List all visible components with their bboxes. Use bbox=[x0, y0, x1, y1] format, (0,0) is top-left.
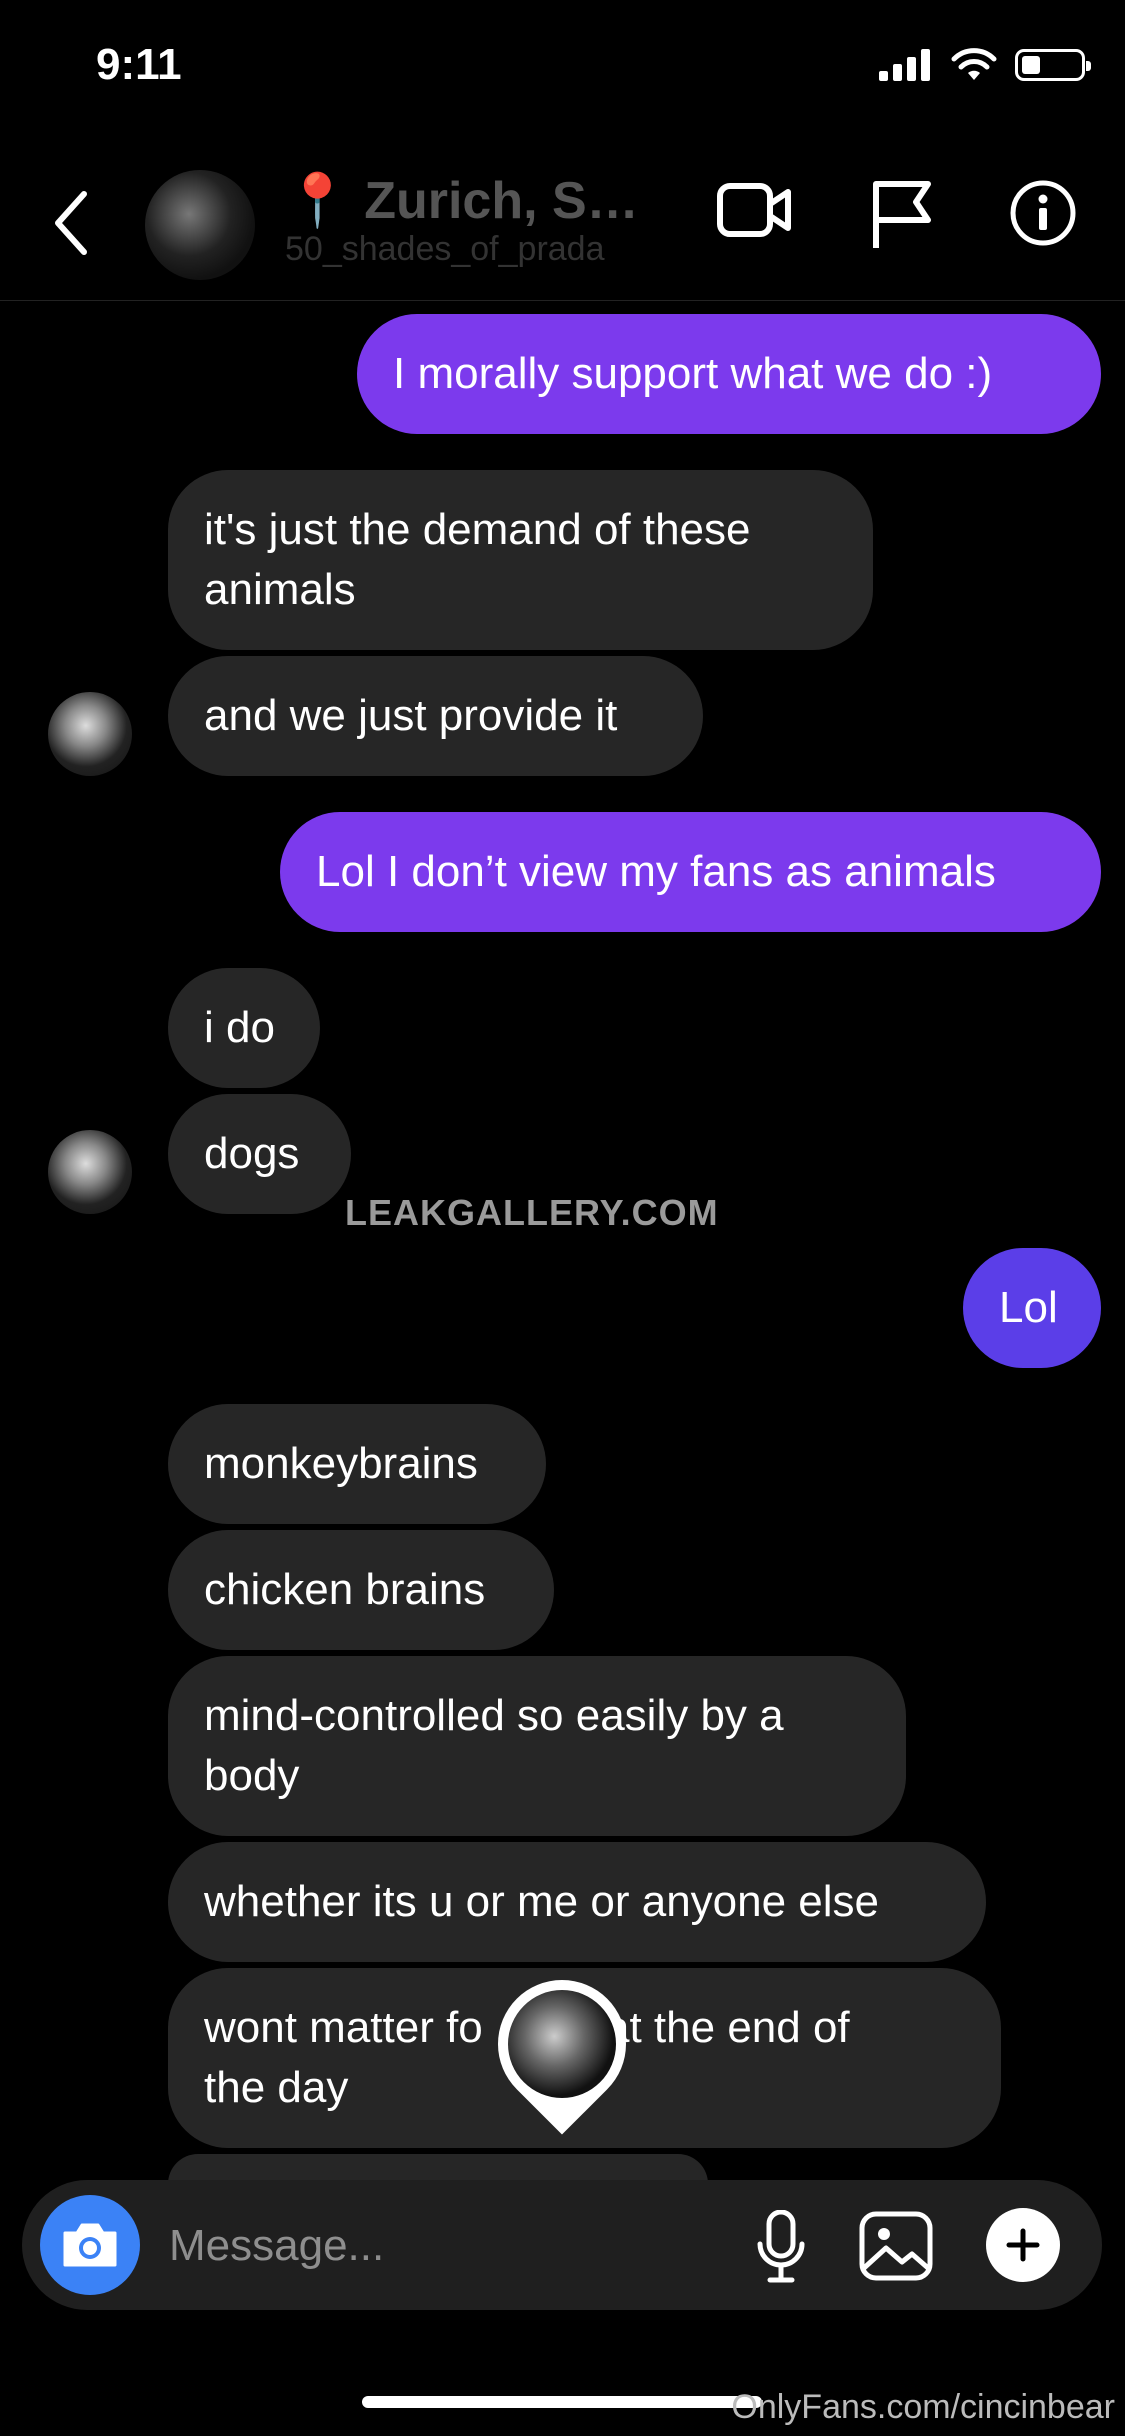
wifi-icon bbox=[951, 48, 997, 80]
footer-watermark: OnlyFans.com/cincinbear bbox=[731, 2388, 1115, 2426]
info-icon[interactable] bbox=[1008, 178, 1078, 248]
video-call-icon[interactable] bbox=[716, 178, 792, 242]
message-composer bbox=[22, 2180, 1102, 2310]
outgoing-message[interactable]: Lol bbox=[963, 1248, 1101, 1368]
microphone-icon[interactable] bbox=[754, 2210, 808, 2284]
contact-username: 50_shades_of_prada bbox=[285, 230, 605, 268]
message-input[interactable] bbox=[167, 2210, 671, 2282]
incoming-message[interactable]: chicken brains bbox=[168, 1530, 554, 1650]
incoming-message[interactable]: mind-controlled so easily by a body bbox=[168, 1656, 906, 1836]
flag-icon[interactable] bbox=[870, 178, 934, 250]
camera-icon bbox=[63, 2223, 117, 2267]
plus-icon bbox=[1006, 2228, 1040, 2262]
outgoing-message[interactable]: I morally support what we do :) bbox=[357, 314, 1101, 434]
status-icons bbox=[879, 48, 1091, 82]
incoming-message[interactable]: monkeybrains bbox=[168, 1404, 546, 1524]
outgoing-message[interactable]: Lol I don’t view my fans as animals bbox=[280, 812, 1101, 932]
camera-button[interactable] bbox=[40, 2195, 140, 2295]
battery-icon bbox=[1015, 49, 1091, 81]
back-chevron-icon[interactable] bbox=[50, 188, 90, 258]
incoming-message[interactable]: dogs bbox=[168, 1094, 351, 1214]
contact-avatar[interactable] bbox=[145, 170, 255, 280]
add-button[interactable] bbox=[986, 2208, 1060, 2282]
sender-avatar[interactable] bbox=[48, 692, 132, 776]
incoming-message[interactable]: i do bbox=[168, 968, 320, 1088]
status-time: 9:11 bbox=[96, 40, 182, 89]
signal-icon bbox=[879, 49, 930, 81]
gallery-icon[interactable] bbox=[858, 2210, 934, 2282]
chat-header: 📍 Zurich, Swi... 50_shades_of_prada bbox=[0, 150, 1125, 301]
incoming-message[interactable]: whether its u or me or anyone else bbox=[168, 1842, 986, 1962]
sender-avatar[interactable] bbox=[48, 1130, 132, 1214]
contact-name[interactable]: 📍 Zurich, Swi... bbox=[285, 170, 675, 231]
watermark: LEAKGALLERY.COM bbox=[345, 1192, 719, 1233]
incoming-message[interactable]: it's just the demand of these animals bbox=[168, 470, 873, 650]
incoming-message[interactable]: and we just provide it bbox=[168, 656, 703, 776]
home-indicator bbox=[362, 2396, 762, 2408]
